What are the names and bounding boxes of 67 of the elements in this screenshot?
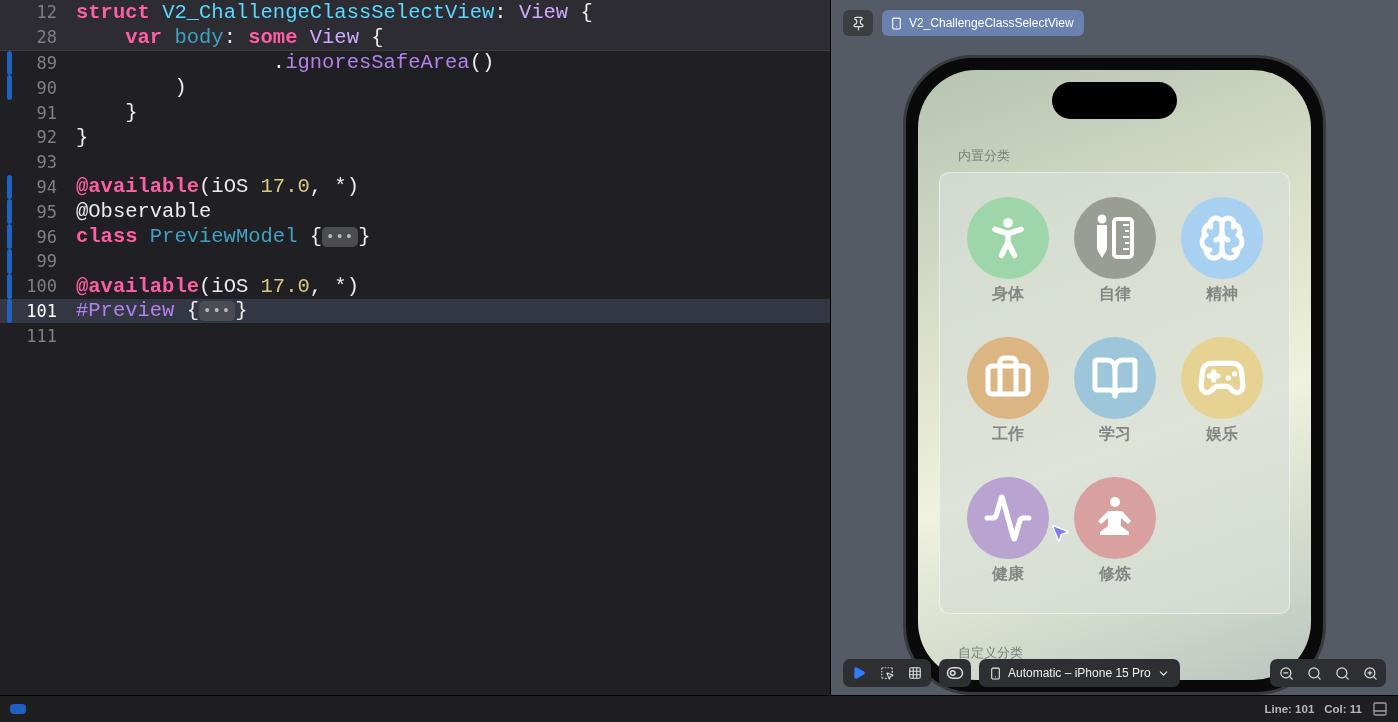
code-text: ) (173, 76, 187, 100)
code-text: .ignoresSafeArea() (271, 51, 495, 75)
editor-line[interactable]: 99 (0, 248, 830, 274)
category-label: 健康 (992, 564, 1024, 584)
play-icon (852, 666, 866, 680)
mouse-pointer-icon (1049, 522, 1071, 544)
code-text: struct V2_ChallengeClassSelectView: View { (76, 0, 593, 24)
code-text: #Preview { ••• } (76, 299, 248, 323)
line-number: 90 (35, 77, 57, 98)
category-label: 修炼 (1099, 564, 1131, 584)
line-number: 99 (35, 251, 57, 272)
debug-toggle-icon[interactable] (10, 704, 26, 714)
section-title: 内置分类 (958, 147, 1010, 165)
magnifier-icon (1306, 665, 1322, 681)
line-number: 94 (35, 176, 57, 197)
editor-line[interactable]: 89 .ignoresSafeArea() (0, 50, 830, 76)
pin-icon (850, 15, 866, 31)
line-number: 100 (25, 276, 57, 297)
magnifier-icon (1334, 665, 1350, 681)
zoom-in-icon (1362, 665, 1378, 681)
editor-line[interactable]: 91 } (0, 100, 830, 125)
zoom-out-icon (1278, 665, 1294, 681)
line-number: 28 (35, 27, 57, 48)
line-number: 95 (35, 201, 57, 222)
code-text: } (124, 101, 138, 125)
line-number: 96 (35, 226, 57, 247)
line-number: 93 (35, 152, 57, 173)
column-indicator: Col: 11 (1324, 703, 1362, 715)
code-text: @available(iOS 17.0, *) (76, 274, 359, 298)
line-number: 92 (35, 127, 57, 148)
editor-line[interactable]: 95 @Observable (0, 199, 830, 225)
phone-icon (890, 16, 903, 30)
phone-icon (989, 666, 1002, 680)
line-number: 12 (35, 2, 57, 23)
code-text: @available(iOS 17.0, *) (76, 175, 359, 199)
editor-line[interactable]: 93 (0, 149, 830, 175)
brain-icon (1198, 214, 1246, 262)
heartbeat-icon (983, 493, 1033, 543)
line-number: 111 (25, 325, 57, 346)
editor-line[interactable]: 111 (0, 323, 830, 349)
selection-icon (880, 666, 894, 680)
line-number: 89 (35, 53, 57, 73)
category-label: 娱乐 (1206, 424, 1238, 444)
line-number: 101 (25, 300, 57, 321)
category-label: 学习 (1099, 424, 1131, 444)
device-dropdown[interactable]: Automatic – iPhone 15 Pro (979, 659, 1180, 687)
category-label: 工作 (992, 424, 1024, 444)
category-label: 身体 (992, 284, 1024, 304)
section-title: 自定义分类 (958, 644, 1023, 662)
grid-icon (908, 666, 922, 680)
editor-line[interactable]: 100 @available(iOS 17.0, *) (0, 273, 830, 299)
code-text: class PreviewModel { ••• } (76, 225, 371, 249)
editor-line[interactable]: 94 @available(iOS 17.0, *) (0, 174, 830, 200)
line-number: 91 (35, 102, 57, 123)
code-text: } (76, 125, 89, 149)
editor-line[interactable]: 96 class PreviewModel { ••• } (0, 224, 830, 249)
panel-toggle-icon[interactable] (1372, 701, 1388, 717)
category-label: 精神 (1206, 284, 1238, 304)
line-indicator: Line: 101 (1264, 703, 1315, 715)
code-text: var body: some View { (124, 25, 384, 49)
code-text: @Observable (76, 200, 212, 224)
editor-line[interactable]: 92 } (0, 125, 830, 150)
toggle-icon (946, 664, 964, 682)
category-label: 自律 (1099, 284, 1131, 304)
preview-tab[interactable]: V2_ChallengeClassSelectView (882, 10, 1084, 36)
pin-button[interactable] (843, 10, 873, 36)
editor-line[interactable]: 90 ) (0, 75, 830, 101)
